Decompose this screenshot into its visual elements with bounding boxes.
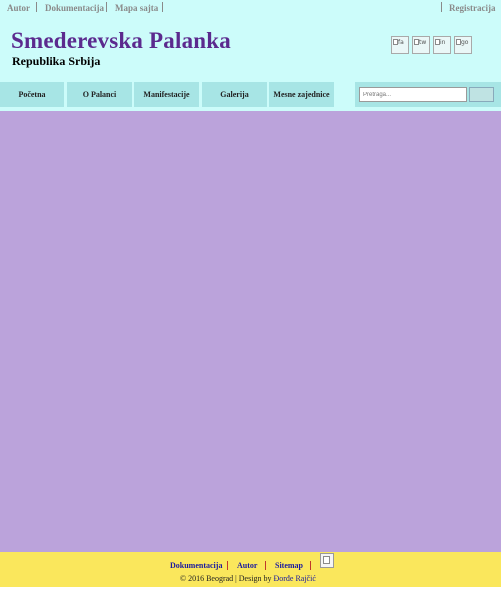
footer-separator [265, 561, 266, 570]
facebook-icon[interactable]: fa [391, 36, 409, 54]
nav-item-pocetna[interactable]: Početna [0, 82, 64, 107]
nav-item-manifestacije[interactable]: Manifestacije [134, 82, 199, 107]
footer-link-dokumentacija[interactable]: Dokumentacija [170, 561, 222, 570]
topbar-separator [36, 2, 37, 12]
nav-item-galerija[interactable]: Galerija [202, 82, 267, 107]
main-content [0, 111, 501, 552]
nav-item-mesne-zajednice[interactable]: Mesne zajednice [269, 82, 334, 107]
instagram-icon[interactable]: in [433, 36, 451, 54]
topbar-link-registracija[interactable]: Registracija [449, 3, 495, 13]
site-title[interactable]: Smederevska Palanka [11, 28, 231, 54]
copyright: © 2016 Beograd | Design by Đorđe Rajčić [180, 574, 316, 583]
footer-separator [227, 561, 228, 570]
search-box [355, 82, 501, 107]
footer-link-sitemap[interactable]: Sitemap [275, 561, 303, 570]
author-link[interactable]: Đorđe Rajčić [273, 574, 315, 583]
footer-image [320, 553, 334, 568]
google-plus-icon[interactable]: go [454, 36, 472, 54]
search-button[interactable] [469, 87, 494, 102]
social-alt-text: in [440, 39, 446, 46]
social-alt-text: tw [419, 39, 427, 46]
topbar-link-autor[interactable]: Autor [7, 3, 30, 13]
topbar-separator [162, 2, 163, 12]
site-subtitle: Republika Srbija [12, 54, 101, 68]
topbar-separator [441, 2, 442, 12]
top-bar: Autor Dokumentacija Mapa sajta Registrac… [0, 0, 501, 16]
topbar-separator [106, 2, 107, 12]
nav-item-o-palanci[interactable]: O Palanci [67, 82, 132, 107]
site-footer: Dokumentacija Autor Sitemap © 2016 Beogr… [0, 552, 501, 587]
site-header: Autor Dokumentacija Mapa sajta Registrac… [0, 0, 501, 111]
footer-link-autor[interactable]: Autor [237, 561, 257, 570]
topbar-link-mapa-sajta[interactable]: Mapa sajta [115, 3, 158, 13]
broken-image-icon [323, 556, 330, 564]
copyright-text: © 2016 Beograd | Design by [180, 574, 274, 583]
topbar-link-dokumentacija[interactable]: Dokumentacija [45, 3, 104, 13]
footer-separator [310, 561, 311, 570]
twitter-icon[interactable]: tw [412, 36, 430, 54]
social-alt-text: go [461, 39, 469, 46]
social-alt-text: fa [398, 39, 404, 46]
search-input[interactable] [359, 87, 467, 102]
